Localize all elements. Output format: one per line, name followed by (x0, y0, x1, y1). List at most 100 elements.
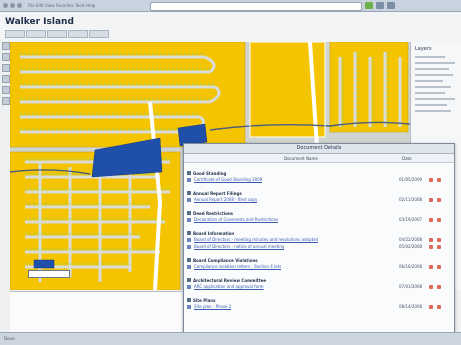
folder-icon (187, 258, 191, 262)
doc-date: 06/16/2008 (399, 264, 423, 269)
doc-row[interactable]: Board of Directors - meeting minutes and… (187, 237, 449, 243)
browser-titlebar: File Edit View Favorites Tools Help (0, 0, 461, 12)
delete-icon[interactable] (437, 218, 441, 222)
doc-link[interactable]: Certificate of Good Standing 2009 (194, 177, 262, 183)
doc-date: 05/02/2008 (399, 244, 423, 249)
delete-icon[interactable] (437, 198, 441, 202)
doc-date: 07/01/2008 (399, 284, 423, 289)
info-icon[interactable] (2, 97, 10, 105)
page-title: Walker Island (5, 17, 74, 27)
folder-icon (187, 231, 191, 235)
document-icon (187, 238, 191, 242)
view-icon[interactable] (429, 265, 433, 269)
pan-icon[interactable] (2, 64, 10, 72)
delete-icon[interactable] (437, 285, 441, 289)
doc-date: 04/22/2008 (399, 237, 423, 242)
dialog-title: Document Details (184, 144, 454, 154)
doc-link[interactable]: Board of Directors - notice of annual me… (194, 244, 284, 250)
address-bar[interactable] (150, 2, 362, 11)
measure-icon[interactable] (2, 86, 10, 94)
document-icon (187, 285, 191, 289)
delete-icon[interactable] (437, 178, 441, 182)
legend-row[interactable] (415, 86, 451, 88)
doc-row[interactable]: Compliance violation letters - Section 4… (187, 264, 449, 270)
doc-row[interactable]: Board of Directors - notice of annual me… (187, 244, 449, 250)
zoom-in-button[interactable] (5, 30, 25, 38)
doc-link[interactable]: Annual Report 2008 - filed copy (194, 197, 257, 203)
group-title: Board Information (187, 230, 234, 236)
menu-bar[interactable]: File Edit View Favorites Tools Help (28, 3, 95, 8)
delete-icon[interactable] (437, 238, 441, 242)
legend-title: Layers (415, 46, 432, 52)
delete-icon[interactable] (437, 245, 441, 249)
doc-row[interactable]: Declaration of Covenants and Restriction… (187, 217, 449, 223)
doc-date: 03/19/2007 (399, 217, 423, 222)
group-label: Site Plans (193, 297, 216, 303)
doc-row[interactable]: ARC application and approval form 07/01/… (187, 284, 449, 290)
zoom-in-icon[interactable] (2, 42, 10, 50)
status-bar: Done (0, 332, 461, 345)
document-icon (187, 198, 191, 202)
delete-icon[interactable] (437, 305, 441, 309)
group-title: Site Plans (187, 297, 216, 303)
legend-row[interactable] (415, 104, 447, 106)
pan-button[interactable] (47, 30, 67, 38)
folder-icon (187, 191, 191, 195)
document-icon (187, 218, 191, 222)
folder-icon (187, 171, 191, 175)
document-icon (187, 265, 191, 269)
view-icon[interactable] (429, 245, 433, 249)
group-label: Board Information (193, 230, 235, 236)
zoom-out-icon[interactable] (2, 53, 10, 61)
doc-link[interactable]: ARC application and approval form (194, 284, 264, 290)
doc-link[interactable]: Board of Directors - meeting minutes and… (194, 237, 318, 243)
window-controls (3, 3, 22, 8)
legend-row[interactable] (415, 74, 453, 76)
doc-link[interactable]: Declaration of Covenants and Restriction… (194, 217, 278, 223)
folder-icon (187, 211, 191, 215)
folder-icon (187, 278, 191, 282)
doc-row[interactable]: Annual Report 2008 - filed copy 02/11/20… (187, 197, 449, 203)
legend-row[interactable] (415, 62, 455, 64)
document-details-dialog: Document Details Document Name Date Good… (183, 143, 455, 333)
legend-row[interactable] (415, 56, 445, 58)
delete-icon[interactable] (437, 265, 441, 269)
view-icon[interactable] (429, 178, 433, 182)
go-button[interactable] (365, 2, 373, 9)
legend-row[interactable] (415, 80, 443, 82)
legend-row[interactable] (415, 98, 455, 100)
document-icon (187, 305, 191, 309)
column-date[interactable]: Date (402, 156, 412, 161)
doc-link[interactable]: Site plan - Phase 2 (194, 304, 231, 310)
legend-row[interactable] (415, 92, 445, 94)
refresh-icon[interactable] (376, 2, 384, 9)
maximize-icon[interactable] (17, 3, 22, 8)
column-document-name[interactable]: Document Name (284, 156, 318, 161)
map-toolbar (5, 30, 109, 38)
legend-row[interactable] (415, 110, 451, 112)
home-icon[interactable] (387, 2, 395, 9)
group-label: Board Compliance Violations (193, 257, 258, 263)
identify-button[interactable] (68, 30, 88, 38)
group-label: Deed Restrictions (193, 210, 234, 216)
group-label: Architectural Review Committee (193, 277, 267, 283)
doc-date: 01/05/2009 (399, 177, 423, 182)
folder-icon (187, 298, 191, 302)
doc-link[interactable]: Compliance violation letters - Section 4… (194, 264, 281, 270)
view-icon[interactable] (429, 218, 433, 222)
scale-bar (28, 270, 70, 278)
doc-row[interactable]: Certificate of Good Standing 2009 01/05/… (187, 177, 449, 183)
close-icon[interactable] (3, 3, 8, 8)
select-icon[interactable] (2, 75, 10, 83)
view-icon[interactable] (429, 198, 433, 202)
view-icon[interactable] (429, 238, 433, 242)
zoom-out-button[interactable] (26, 30, 46, 38)
view-icon[interactable] (429, 285, 433, 289)
print-button[interactable] (89, 30, 109, 38)
status-text: Done (4, 336, 15, 341)
legend-row[interactable] (415, 68, 449, 70)
doc-row[interactable]: Site plan - Phase 2 08/14/2008 (187, 304, 449, 310)
group-title: Annual Report Filings (187, 190, 242, 196)
view-icon[interactable] (429, 305, 433, 309)
minimize-icon[interactable] (10, 3, 15, 8)
